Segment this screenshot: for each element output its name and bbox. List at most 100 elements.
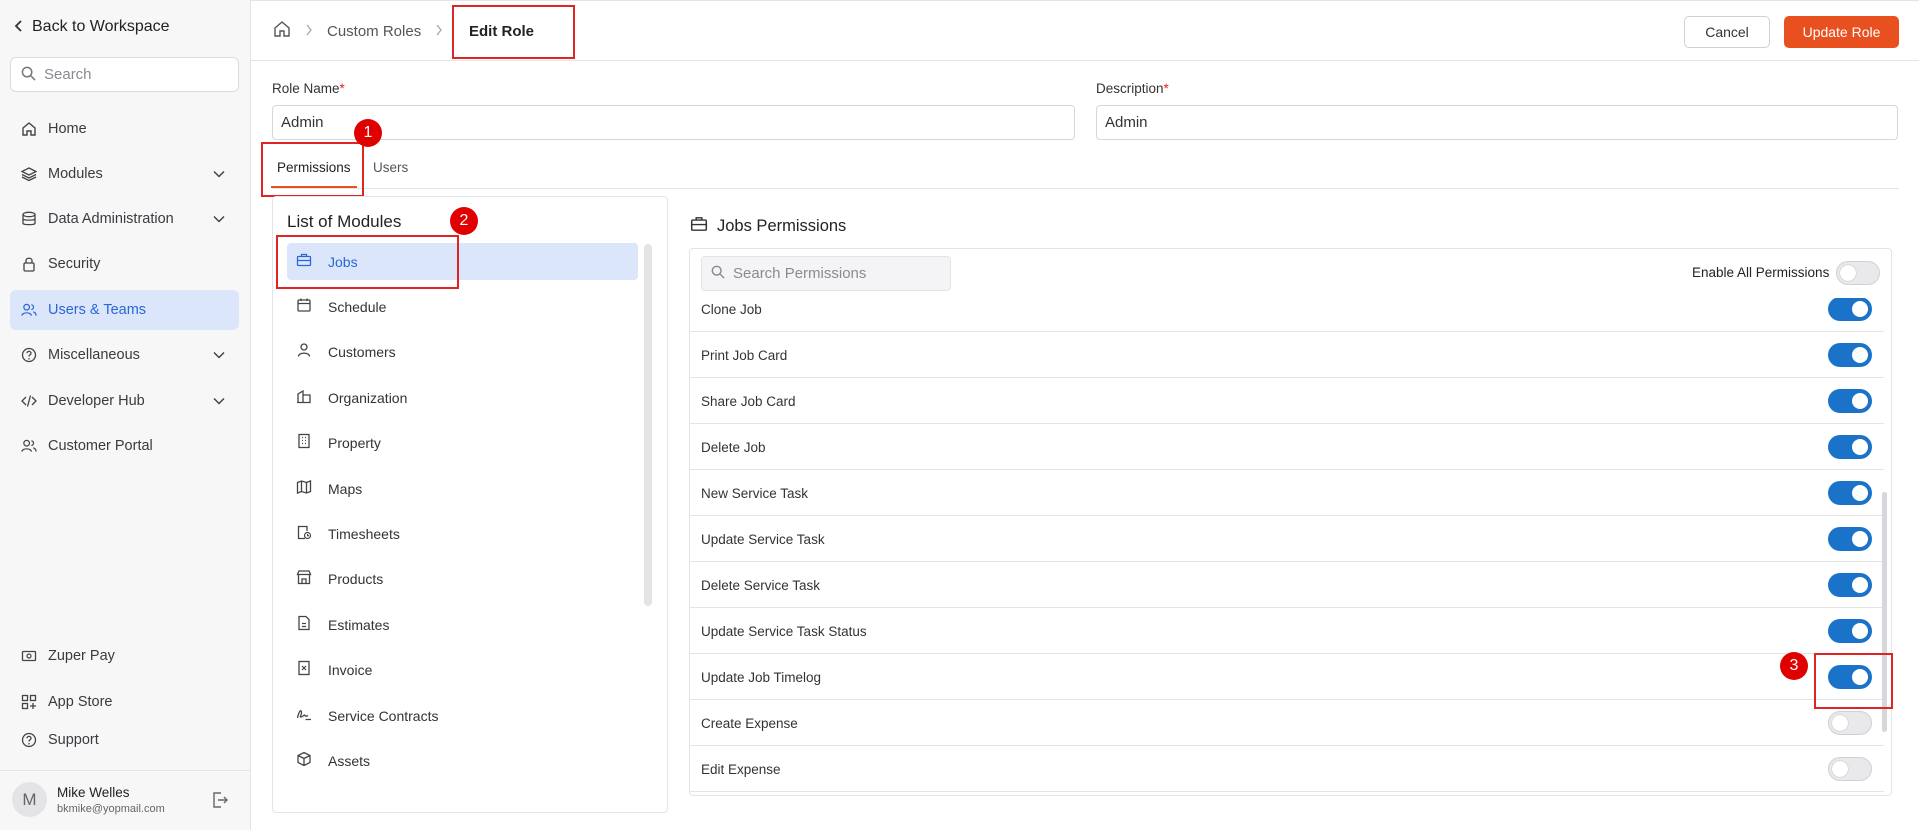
sidebar-item-home[interactable]: Home xyxy=(10,109,239,149)
annotation-box-timelog-toggle xyxy=(1814,653,1893,709)
module-item-service-contracts[interactable]: Service Contracts xyxy=(287,697,638,734)
permission-row: Update Service Task Status xyxy=(689,608,1884,654)
chevron-down-icon xyxy=(213,347,225,363)
sidebar-item-miscellaneous[interactable]: Miscellaneous xyxy=(10,335,239,375)
toggle-knob xyxy=(1852,347,1868,363)
sidebar-search-input[interactable] xyxy=(44,66,224,83)
sidebar-item-label: Customer Portal xyxy=(48,438,153,454)
sidebar-item-modules[interactable]: Modules xyxy=(10,154,239,194)
tabs-divider xyxy=(272,188,1899,189)
chevron-down-icon xyxy=(213,166,225,182)
toggle-knob xyxy=(1852,485,1868,501)
module-item-maps[interactable]: Maps xyxy=(287,470,638,507)
sidebar-divider xyxy=(0,770,251,771)
sidebar-item-customer-portal[interactable]: Customer Portal xyxy=(10,426,239,466)
update-role-button[interactable]: Update Role xyxy=(1784,16,1899,48)
sidebar-item-security[interactable]: Security xyxy=(10,244,239,284)
permission-row: Print Job Card xyxy=(689,332,1884,378)
search-icon xyxy=(711,265,725,282)
module-item-organization[interactable]: Organization xyxy=(287,379,638,416)
permission-row: Create Expense xyxy=(689,700,1884,746)
breadcrumb-custom-roles[interactable]: Custom Roles xyxy=(327,23,421,40)
avatar: M xyxy=(12,782,47,817)
module-label: Property xyxy=(328,434,381,451)
breadcrumb: Custom Roles xyxy=(273,20,443,42)
description-field[interactable] xyxy=(1096,105,1898,140)
permission-label: Delete Job xyxy=(701,440,766,455)
permission-toggle[interactable] xyxy=(1828,481,1872,505)
enable-all-toggle[interactable] xyxy=(1836,261,1880,285)
module-item-property[interactable]: Property xyxy=(287,424,638,461)
toggle-knob xyxy=(1840,265,1856,281)
required-mark: * xyxy=(339,81,345,96)
document-icon xyxy=(296,615,312,634)
module-label: Products xyxy=(328,570,384,587)
module-label: Invoice xyxy=(328,661,373,678)
logout-icon[interactable] xyxy=(211,791,229,812)
sidebar-item-app-store[interactable]: App Store xyxy=(10,682,239,722)
module-item-estimates[interactable]: Estimates xyxy=(287,606,638,643)
permission-label: Clone Job xyxy=(701,302,762,317)
permission-label: New Service Task xyxy=(701,486,809,501)
role-name-label-text: Role Name xyxy=(272,81,340,96)
top-border xyxy=(251,0,1919,1)
home-icon[interactable] xyxy=(273,20,291,42)
cancel-button[interactable]: Cancel xyxy=(1684,16,1770,48)
map-icon xyxy=(296,479,312,498)
permission-label: Share Job Card xyxy=(701,394,796,409)
module-item-products[interactable]: Products xyxy=(287,560,638,597)
permission-row: Delete Service Task xyxy=(689,562,1884,608)
permission-row: Update Service Task xyxy=(689,516,1884,562)
permissions-heading: Jobs Permissions xyxy=(690,215,846,238)
description-label-text: Description xyxy=(1096,81,1164,96)
role-name-field[interactable] xyxy=(272,105,1075,140)
permission-row: Share Job Card xyxy=(689,378,1884,424)
sidebar-item-label: App Store xyxy=(48,694,113,710)
module-item-invoice[interactable]: Invoice xyxy=(287,651,638,688)
permission-toggle[interactable] xyxy=(1828,619,1872,643)
permission-toggle[interactable] xyxy=(1828,573,1872,597)
sidebar-item-developer-hub[interactable]: Developer Hub xyxy=(10,381,239,421)
permission-toggle[interactable] xyxy=(1828,435,1872,459)
wallet-icon xyxy=(21,648,37,664)
module-item-customers[interactable]: Customers xyxy=(287,333,638,370)
lock-icon xyxy=(21,256,37,272)
annotation-marker-2: 2 xyxy=(450,207,478,235)
permissions-search-input[interactable] xyxy=(733,265,943,282)
permission-toggle[interactable] xyxy=(1828,711,1872,735)
permission-toggle[interactable] xyxy=(1828,343,1872,367)
sidebar-item-label: Miscellaneous xyxy=(48,347,140,363)
user-name: Mike Welles xyxy=(57,784,130,800)
permission-row: Clone Job xyxy=(689,298,1884,332)
tab-users[interactable]: Users xyxy=(373,160,408,175)
header-divider xyxy=(251,60,1919,61)
module-item-timesheets[interactable]: Timesheets xyxy=(287,515,638,552)
permissions-search[interactable] xyxy=(701,256,951,291)
apps-grid-icon xyxy=(21,694,37,710)
permission-toggle[interactable] xyxy=(1828,298,1872,321)
permission-label: Delete Service Task xyxy=(701,578,821,593)
sidebar-item-users-teams[interactable]: Users & Teams xyxy=(10,290,239,330)
building-icon xyxy=(296,388,312,407)
back-to-workspace-link[interactable]: Back to Workspace xyxy=(14,18,170,36)
sidebar-item-zuper-pay[interactable]: Zuper Pay xyxy=(10,636,239,676)
modules-scrollbar[interactable] xyxy=(644,244,652,606)
sidebar-search[interactable] xyxy=(10,57,239,92)
module-item-schedule[interactable]: Schedule xyxy=(287,288,638,325)
module-item-assets[interactable]: Assets xyxy=(287,742,638,779)
permission-toggle[interactable] xyxy=(1828,389,1872,413)
sidebar-item-support[interactable]: Support xyxy=(10,720,239,760)
sidebar-item-label: Data Administration xyxy=(48,211,174,227)
module-label: Organization xyxy=(328,389,408,406)
sidebar-item-label: Modules xyxy=(48,166,103,182)
role-name-label: Role Name* xyxy=(272,81,345,96)
permission-toggle[interactable] xyxy=(1828,757,1872,781)
user-icon xyxy=(296,342,312,361)
toggle-knob xyxy=(1852,623,1868,639)
annotation-box-edit-role xyxy=(452,5,575,59)
help-circle-icon xyxy=(21,347,37,363)
sidebar-item-data-administration[interactable]: Data Administration xyxy=(10,199,239,239)
sidebar-item-label: Zuper Pay xyxy=(48,648,115,664)
user-email: bkmike@yopmail.com xyxy=(57,802,165,815)
permission-toggle[interactable] xyxy=(1828,527,1872,551)
